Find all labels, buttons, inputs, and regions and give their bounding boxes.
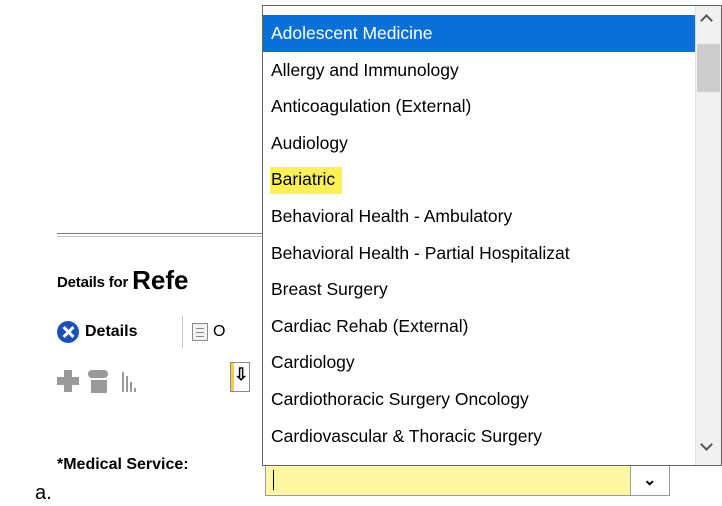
tab-divider [182, 316, 183, 348]
dropdown-item[interactable]: Adolescent Medicine [263, 15, 696, 52]
dropdown-item[interactable]: Cardiology [263, 344, 696, 381]
dropdown-item[interactable]: Cardiothoracic Surgery Oncology [263, 381, 696, 418]
dropdown-item[interactable]: Behavioral Health - Ambulatory [263, 198, 696, 235]
highlighted-text: Bariatric [270, 167, 343, 195]
details-for-title: Refe [132, 265, 189, 295]
details-heading: Details for Refe [57, 263, 189, 295]
dropdown-list: Adolescent Medicine Allergy and Immunolo… [263, 15, 696, 454]
scroll-up-button[interactable] [696, 6, 721, 42]
dropdown-item[interactable]: Allergy and Immunology [263, 52, 696, 89]
document-icon [192, 323, 208, 341]
tab-orders[interactable]: O [192, 320, 225, 344]
dropdown-item[interactable]: Cardiac Rehab (External) [263, 308, 696, 345]
phone-icon[interactable] [86, 368, 112, 394]
chevron-up-icon [700, 14, 713, 27]
chevron-down-icon: ⌄ [643, 472, 657, 489]
header-rule-shadow [57, 236, 265, 237]
close-circle-icon [57, 321, 79, 343]
medical-service-label: *Medical Service: [57, 456, 189, 473]
medical-service-combo[interactable]: ⌄ [265, 464, 670, 496]
plus-icon[interactable] [57, 370, 79, 392]
dropdown-item[interactable]: Audiology [263, 125, 696, 162]
header-rule [57, 233, 265, 234]
vertical-scrollbar[interactable] [695, 6, 721, 465]
tab-details-label: Details [85, 323, 138, 340]
dropdown-item[interactable]: Breast Surgery [263, 271, 696, 308]
dropdown-item[interactable]: Cardiovascular & Thoracic Surgery [263, 418, 696, 455]
scroll-thumb[interactable] [697, 44, 720, 92]
text-caret [273, 470, 274, 490]
down-arrow-icon: ⇩ [234, 365, 249, 384]
dropdown-item[interactable]: Bariatric [263, 161, 696, 198]
details-for-prefix: Details for [57, 274, 129, 291]
move-down-button[interactable]: ⇩ [230, 362, 250, 392]
annotation-marker: a. [35, 482, 52, 504]
tab-orders-label: O [213, 323, 226, 340]
combo-dropdown-button[interactable]: ⌄ [630, 465, 669, 495]
dropdown-item[interactable]: Anticoagulation (External) [263, 88, 696, 125]
bars-icon[interactable] [122, 370, 148, 392]
dropdown-item[interactable]: Behavioral Health - Partial Hospitalizat [263, 235, 696, 272]
chevron-down-icon [700, 438, 713, 451]
tab-details[interactable]: Details [57, 320, 137, 344]
medical-service-dropdown[interactable]: Adolescent Medicine Allergy and Immunolo… [262, 5, 722, 466]
scroll-down-button[interactable] [696, 435, 721, 465]
